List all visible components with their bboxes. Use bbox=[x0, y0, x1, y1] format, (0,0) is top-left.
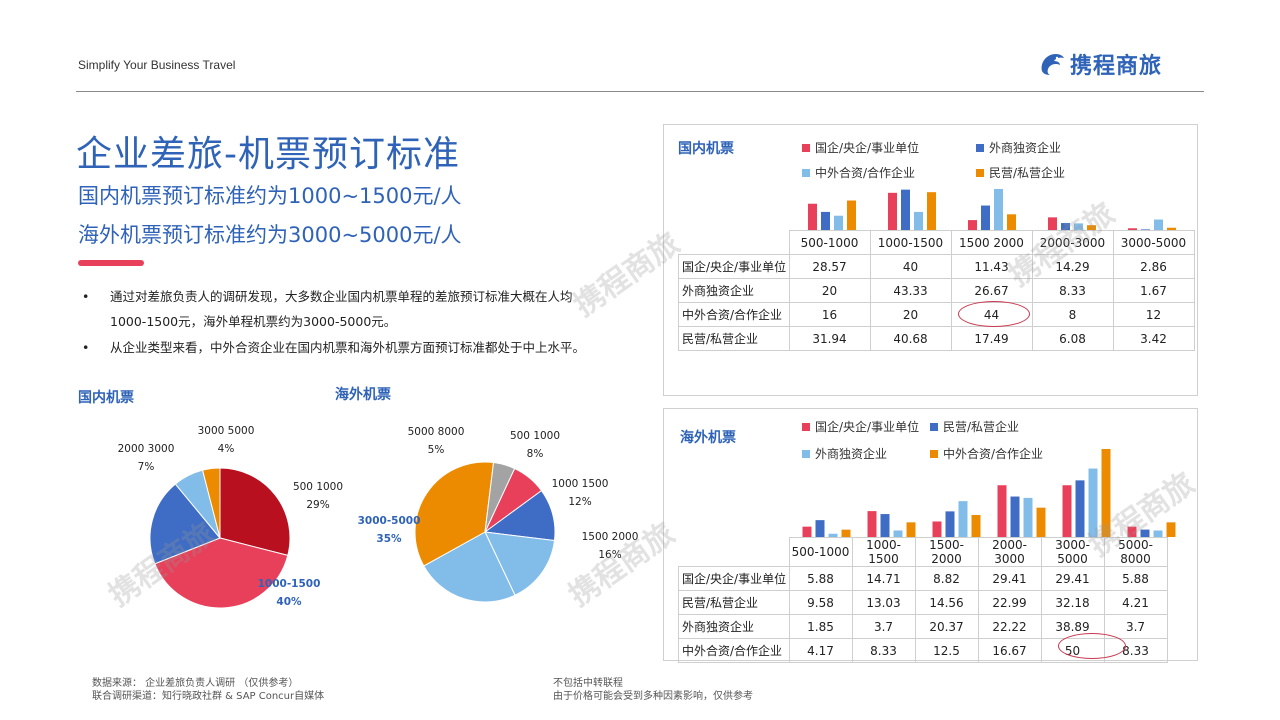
bar bbox=[815, 520, 825, 537]
bar bbox=[1166, 522, 1176, 537]
bar bbox=[1007, 214, 1016, 231]
col-header: 500-1000 bbox=[788, 230, 871, 255]
header-divider bbox=[76, 91, 1204, 92]
pie-title-domestic: 国内机票 bbox=[78, 390, 134, 406]
footer-note: 不包括中转联程 由于价格可能会受到多种因素影响，仅供参考 bbox=[553, 678, 753, 702]
bar bbox=[971, 515, 981, 537]
bar bbox=[1048, 217, 1057, 231]
pie-label: 1000-1500 40% bbox=[257, 578, 321, 608]
bar bbox=[1062, 485, 1072, 537]
bar bbox=[1036, 507, 1046, 537]
page-title: 企业差旅-机票预订标准 bbox=[76, 134, 460, 175]
bar bbox=[1140, 529, 1150, 537]
overseas-panel: 海外机票 国企/央企/事业单位 民营/私营企业 外商独资企业 中外合资/合作企业… bbox=[663, 408, 1198, 663]
footer-source: 数据来源： 企业差旅负责人调研 （仅供参考） 联合调研渠道：知行晓政社群 & SA… bbox=[92, 678, 325, 702]
legend-item: 外商独资企业 bbox=[976, 139, 1061, 156]
bar bbox=[906, 522, 916, 537]
panel-title: 海外机票 bbox=[680, 430, 736, 446]
pie-label: 5000 8000 5% bbox=[407, 426, 465, 456]
pie-label: 500 1000 8% bbox=[509, 430, 561, 460]
bar bbox=[981, 205, 990, 231]
pie-label: 3000-5000 35% bbox=[357, 515, 421, 545]
col-header: 3000-5000 bbox=[1040, 537, 1105, 567]
bar bbox=[802, 526, 812, 537]
col-header: 1000-1500 bbox=[851, 537, 916, 567]
bar bbox=[1088, 468, 1098, 537]
bar bbox=[1127, 526, 1137, 537]
logo-text: 携程商旅 bbox=[1070, 54, 1163, 79]
col-header: 1500 2000 bbox=[950, 230, 1033, 255]
legend-item: 民营/私营企业 bbox=[976, 164, 1065, 181]
subtitle-overseas: 海外机票预订标准约为3000~5000元/人 bbox=[78, 223, 462, 247]
bullet-text: 从企业类型来看，中外合资企业在国内机票和海外机票方面预订标准都处于中上水平。 bbox=[110, 340, 586, 355]
pie-label: 500 1000 29% bbox=[292, 481, 344, 511]
bullet-dot: • bbox=[82, 340, 90, 355]
pie-chart-overseas bbox=[414, 461, 556, 603]
dolphin-logo-icon bbox=[1041, 54, 1064, 75]
table-row: 中外合资/合作企业 16 20 44 8 12 bbox=[678, 302, 1195, 327]
bar bbox=[834, 215, 843, 231]
table-row: 民营/私营企业 31.94 40.68 17.49 6.08 3.42 bbox=[678, 326, 1195, 351]
table-row: 国企/央企/事业单位 28.57 40 11.43 14.29 2.86 bbox=[678, 254, 1195, 279]
col-header: 2000-3000 bbox=[1031, 230, 1114, 255]
domestic-table: 500-1000 1000-1500 1500 2000 2000-3000 3… bbox=[678, 230, 1195, 351]
tagline: Simplify Your Business Travel bbox=[78, 58, 236, 72]
bar bbox=[945, 511, 955, 537]
brand-logo: 携程商旅 bbox=[1038, 48, 1162, 80]
bar-chart-overseas bbox=[802, 449, 1176, 537]
bar bbox=[994, 189, 1003, 231]
panel-title: 国内机票 bbox=[678, 141, 734, 157]
bar bbox=[867, 511, 877, 537]
bar bbox=[880, 514, 890, 537]
legend-item: 民营/私营企业 bbox=[930, 418, 1019, 435]
col-header: 2000-3000 bbox=[977, 537, 1042, 567]
bar bbox=[841, 529, 851, 537]
bullet-text: 1000-1500元，海外单程机票约为3000-5000元。 bbox=[110, 314, 397, 329]
bar bbox=[1075, 480, 1085, 537]
bar bbox=[901, 189, 910, 231]
pie-title-overseas: 海外机票 bbox=[335, 387, 391, 403]
legend-item: 中外合资/合作企业 bbox=[802, 164, 915, 181]
pie-label: 2000 3000 7% bbox=[117, 443, 175, 473]
bar bbox=[927, 192, 936, 231]
pie-label: 1000 1500 12% bbox=[551, 478, 609, 508]
bar bbox=[808, 203, 817, 231]
bar bbox=[821, 211, 830, 231]
table-row: 民营/私营企业 9.58 13.03 14.56 22.99 32.18 4.21 bbox=[678, 590, 1168, 615]
bar bbox=[958, 501, 968, 537]
domestic-panel: 国内机票 国企/央企/事业单位 外商独资企业 中外合资/合作企业 民营/私营企业… bbox=[663, 124, 1198, 396]
table-row: 国企/央企/事业单位 5.88 14.71 8.82 29.41 29.41 5.88 bbox=[678, 566, 1168, 591]
bar bbox=[914, 211, 923, 231]
bar bbox=[1023, 497, 1033, 537]
bullet-dot: • bbox=[82, 289, 90, 304]
bar bbox=[1101, 449, 1111, 537]
highlight-circle bbox=[958, 301, 1030, 327]
bar-chart-domestic bbox=[808, 189, 1176, 231]
col-header: 1500-2000 bbox=[914, 537, 979, 567]
legend-item: 国企/央企/事业单位 bbox=[802, 418, 919, 435]
pie-label: 3000 5000 4% bbox=[197, 425, 255, 455]
col-header: 500-1000 bbox=[788, 537, 853, 567]
bar bbox=[888, 192, 897, 231]
bar bbox=[997, 485, 1007, 537]
col-header: 3000-5000 bbox=[1112, 230, 1195, 255]
legend-item: 国企/央企/事业单位 bbox=[802, 139, 919, 156]
highlight-circle bbox=[1058, 633, 1126, 659]
bar bbox=[1010, 496, 1020, 537]
col-header: 1000-1500 bbox=[869, 230, 952, 255]
bar bbox=[847, 200, 856, 231]
bar bbox=[932, 521, 942, 537]
accent-bar bbox=[78, 260, 144, 266]
pie-label: 1500 2000 16% bbox=[581, 531, 639, 561]
col-header: 5000-8000 bbox=[1103, 537, 1168, 567]
table-row: 外商独资企业 20 43.33 26.67 8.33 1.67 bbox=[678, 278, 1195, 303]
bullet-text: 通过对差旅负责人的调研发现，大多数企业国内机票单程的差旅预订标准大概在人均 bbox=[110, 289, 573, 304]
subtitle-domestic: 国内机票预订标准约为1000~1500元/人 bbox=[78, 184, 462, 208]
